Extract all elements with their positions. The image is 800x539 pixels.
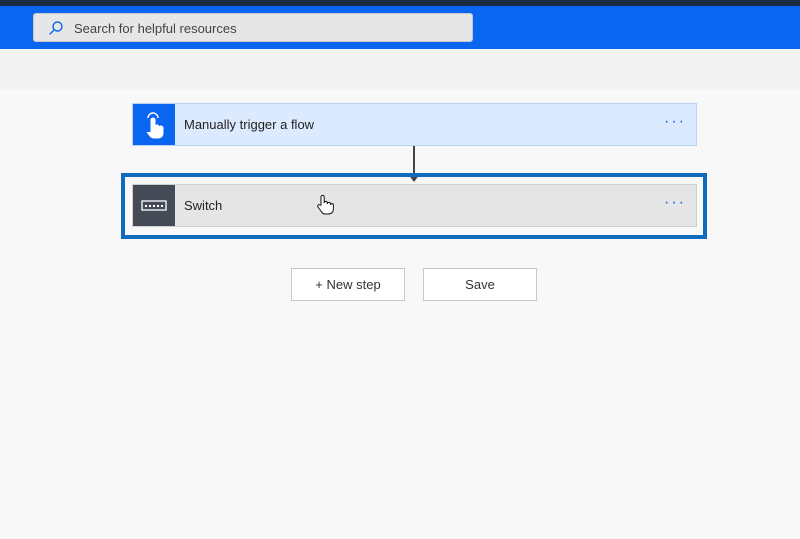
search-placeholder: Search for helpful resources [74,21,237,36]
switch-card[interactable]: Switch ··· [132,184,697,227]
header-bar: Search for helpful resources [0,6,800,49]
trigger-card[interactable]: Manually trigger a flow ··· [132,103,697,146]
search-input[interactable]: Search for helpful resources [33,13,473,42]
new-step-button[interactable]: + New step [291,268,405,301]
new-step-label: + New step [315,277,381,292]
save-button[interactable]: Save [423,268,537,301]
hand-cursor-icon [317,194,334,215]
canvas-top-band [0,49,800,89]
trigger-label: Manually trigger a flow [184,117,315,132]
save-label: Save [465,277,495,292]
search-icon [49,21,63,35]
hand-touch-icon [133,104,175,145]
switch-icon [133,185,175,226]
switch-more-options-icon[interactable]: ··· [664,194,686,212]
trigger-more-options-icon[interactable]: ··· [664,113,686,131]
switch-label: Switch [184,198,223,213]
